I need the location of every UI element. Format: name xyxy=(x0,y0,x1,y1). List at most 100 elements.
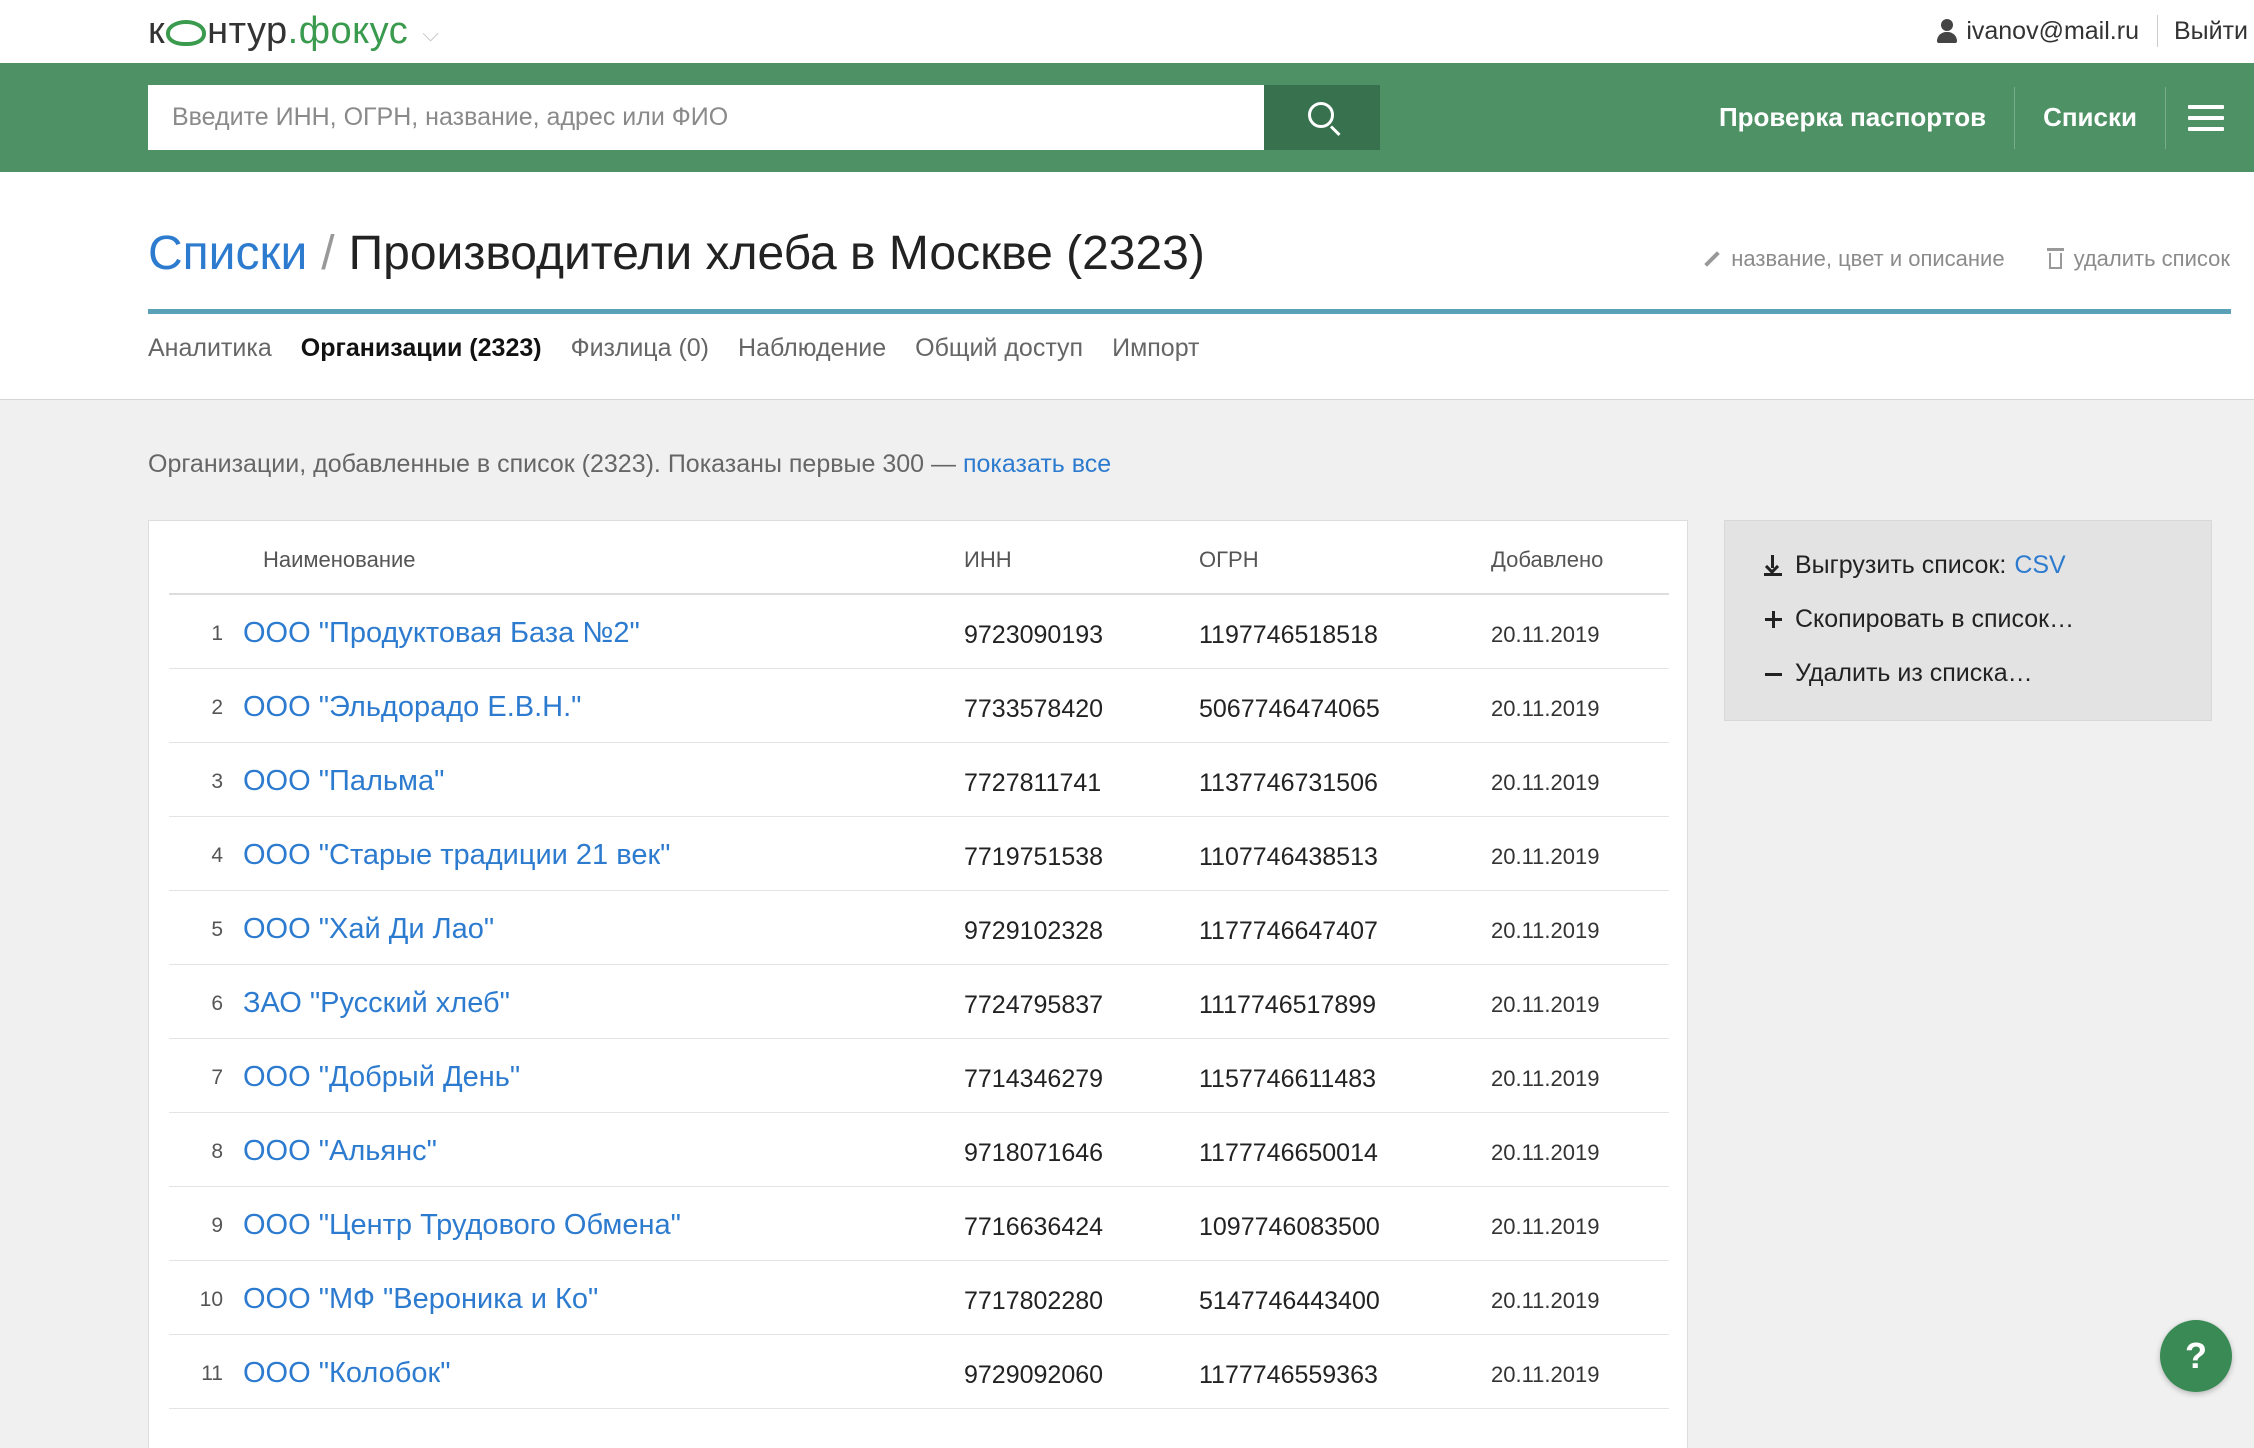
inn-value: 7724795837 xyxy=(964,991,1104,1019)
export-list: Выгрузить список: CSV xyxy=(1763,551,2066,580)
organization-link[interactable]: ООО "Продуктовая База №2" xyxy=(243,617,640,650)
organizations-summary: Организации, добавленные в список (2323)… xyxy=(148,450,1111,479)
export-label: Выгрузить список: xyxy=(1795,551,2007,579)
tab-analytics[interactable]: Аналитика xyxy=(148,334,272,363)
nav-lists[interactable]: Списки xyxy=(2015,87,2165,149)
list-tabs: Аналитика Организации (2323) Физлица (0)… xyxy=(148,334,1229,363)
help-button[interactable]: ? xyxy=(2160,1320,2232,1392)
ogrn-value: 5147746443400 xyxy=(1199,1287,1380,1315)
inn-value: 9729092060 xyxy=(964,1361,1104,1389)
inn-value: 9723090193 xyxy=(964,621,1104,649)
logo-dot: . xyxy=(287,9,299,52)
added-date: 20.11.2019 xyxy=(1491,1288,1600,1313)
table-row: 4 ООО "Старые традиции 21 век" 771975153… xyxy=(169,817,1669,891)
added-date: 20.11.2019 xyxy=(1491,770,1600,795)
list-title: Производители хлеба в Москве (2323) xyxy=(348,227,1205,280)
inn-value: 7719751538 xyxy=(964,843,1104,871)
table-header: Наименование ИНН ОГРН Добавлено xyxy=(169,521,1669,595)
inn-value: 7716636424 xyxy=(964,1213,1104,1241)
added-date: 20.11.2019 xyxy=(1491,992,1600,1017)
plus-icon xyxy=(1763,609,1783,631)
row-number: 3 xyxy=(211,770,223,793)
user-divider xyxy=(2156,15,2158,47)
added-date: 20.11.2019 xyxy=(1491,844,1600,869)
list-actions-panel: Выгрузить список: CSV Скопировать в спис… xyxy=(1724,520,2212,721)
search-button[interactable] xyxy=(1264,85,1380,150)
search-icon xyxy=(1308,102,1334,128)
organization-link[interactable]: ООО "МФ "Вероника и Ко" xyxy=(243,1283,598,1316)
organization-link[interactable]: ООО "Хай Ди Лао" xyxy=(243,913,494,946)
tab-individuals[interactable]: Физлица (0) xyxy=(571,334,709,363)
user-icon xyxy=(1936,19,1958,43)
tab-import[interactable]: Импорт xyxy=(1112,334,1199,363)
ogrn-value: 1137746731506 xyxy=(1199,769,1378,797)
copy-to-list-button[interactable]: Скопировать в список… xyxy=(1763,605,2074,634)
ogrn-value: 1177746647407 xyxy=(1199,917,1378,945)
page-title: Списки / Производители хлеба в Москве (232… xyxy=(148,226,1205,281)
organization-link[interactable]: ООО "Добрый День" xyxy=(243,1061,520,1094)
nav-links: Проверка паспортов Списки xyxy=(1691,63,2254,172)
inn-value: 9729102328 xyxy=(964,917,1104,945)
ogrn-value: 1117746517899 xyxy=(1199,991,1377,1019)
download-icon xyxy=(1763,554,1783,577)
organization-link[interactable]: ЗАО "Русский хлеб" xyxy=(243,987,510,1020)
ogrn-value: 1177746559363 xyxy=(1199,1361,1378,1389)
row-number: 10 xyxy=(199,1288,223,1311)
organization-link[interactable]: ООО "Центр Трудового Обмена" xyxy=(243,1209,681,1242)
table-row: 6 ЗАО "Русский хлеб" 7724795837 11177465… xyxy=(169,965,1669,1039)
organization-link[interactable]: ООО "Колобок" xyxy=(243,1357,451,1390)
search-form xyxy=(148,85,1380,150)
edit-list-label: название, цвет и описание xyxy=(1731,246,2005,271)
breadcrumb-lists[interactable]: Списки xyxy=(148,227,307,280)
organization-link[interactable]: ООО "Эльдорадо Е.В.Н." xyxy=(243,691,581,724)
page-header: Списки / Производители хлеба в Москве (232… xyxy=(0,172,2254,400)
row-number: 1 xyxy=(211,622,223,645)
remove-from-list-button[interactable]: Удалить из списка… xyxy=(1763,659,2033,688)
nav-passport-check[interactable]: Проверка паспортов xyxy=(1691,87,2014,149)
table-row: 10 ООО "МФ "Вероника и Ко" 7717802280 51… xyxy=(169,1261,1669,1335)
tab-organizations[interactable]: Организации (2323) xyxy=(301,334,542,363)
product-switch-chevron-icon[interactable]: ⌵ xyxy=(422,21,439,47)
inn-value: 7727811741 xyxy=(964,769,1102,797)
export-csv-link[interactable]: CSV xyxy=(2014,551,2065,580)
search-input[interactable] xyxy=(148,85,1264,150)
row-number: 7 xyxy=(211,1066,223,1089)
inn-value: 7733578420 xyxy=(964,695,1104,723)
organization-link[interactable]: ООО "Альянс" xyxy=(243,1135,437,1168)
table-row: 5 ООО "Хай Ди Лао" 9729102328 1177746647… xyxy=(169,891,1669,965)
column-header-name[interactable]: Наименование xyxy=(263,547,416,573)
table-row: 11 ООО "Колобок" 9729092060 117774655936… xyxy=(169,1335,1669,1409)
minus-icon xyxy=(1763,663,1783,685)
ogrn-value: 1197746518518 xyxy=(1199,621,1378,649)
table-row: 3 ООО "Пальма" 7727811741 1137746731506 … xyxy=(169,743,1669,817)
organization-link[interactable]: ООО "Пальма" xyxy=(243,765,444,798)
organization-link[interactable]: ООО "Старые традиции 21 век" xyxy=(243,839,670,872)
logout-link[interactable]: Выйти xyxy=(2174,17,2248,46)
menu-icon[interactable] xyxy=(2166,87,2254,149)
show-all-link[interactable]: показать все xyxy=(963,450,1111,478)
header-divider xyxy=(148,309,2231,314)
logo-fokus: фокус xyxy=(298,9,409,52)
logo-letter-k: к xyxy=(148,9,166,52)
ogrn-value: 1097746083500 xyxy=(1199,1213,1380,1241)
ogrn-value: 1157746611483 xyxy=(1199,1065,1377,1093)
copy-to-list-label: Скопировать в список… xyxy=(1795,605,2075,633)
main-navigation-bar: Проверка паспортов Списки xyxy=(0,63,2254,172)
delete-list-button[interactable]: удалить список xyxy=(2046,246,2230,272)
column-header-added[interactable]: Добавлено xyxy=(1491,547,1603,573)
top-bar: к нтур . фокус ⌵ ivanov@mail.ru Выйти xyxy=(0,0,2254,63)
row-number: 6 xyxy=(211,992,223,1015)
column-header-inn[interactable]: ИНН xyxy=(964,547,1012,573)
column-header-ogrn[interactable]: ОГРН xyxy=(1199,547,1259,573)
list-actions: название, цвет и описание удалить список xyxy=(1703,246,2230,272)
delete-list-label: удалить список xyxy=(2073,246,2230,271)
remove-from-list-label: Удалить из списка… xyxy=(1795,659,2033,687)
edit-list-button[interactable]: название, цвет и описание xyxy=(1703,246,2005,272)
user-email[interactable]: ivanov@mail.ru xyxy=(1966,17,2139,46)
tab-sharing[interactable]: Общий доступ xyxy=(915,334,1083,363)
table-row: 9 ООО "Центр Трудового Обмена" 771663642… xyxy=(169,1187,1669,1261)
tab-monitoring[interactable]: Наблюдение xyxy=(738,334,886,363)
search-icon-handle xyxy=(1329,125,1341,137)
logo-text: нтур xyxy=(207,9,288,52)
kontur-focus-logo[interactable]: к нтур . фокус ⌵ xyxy=(148,8,439,54)
